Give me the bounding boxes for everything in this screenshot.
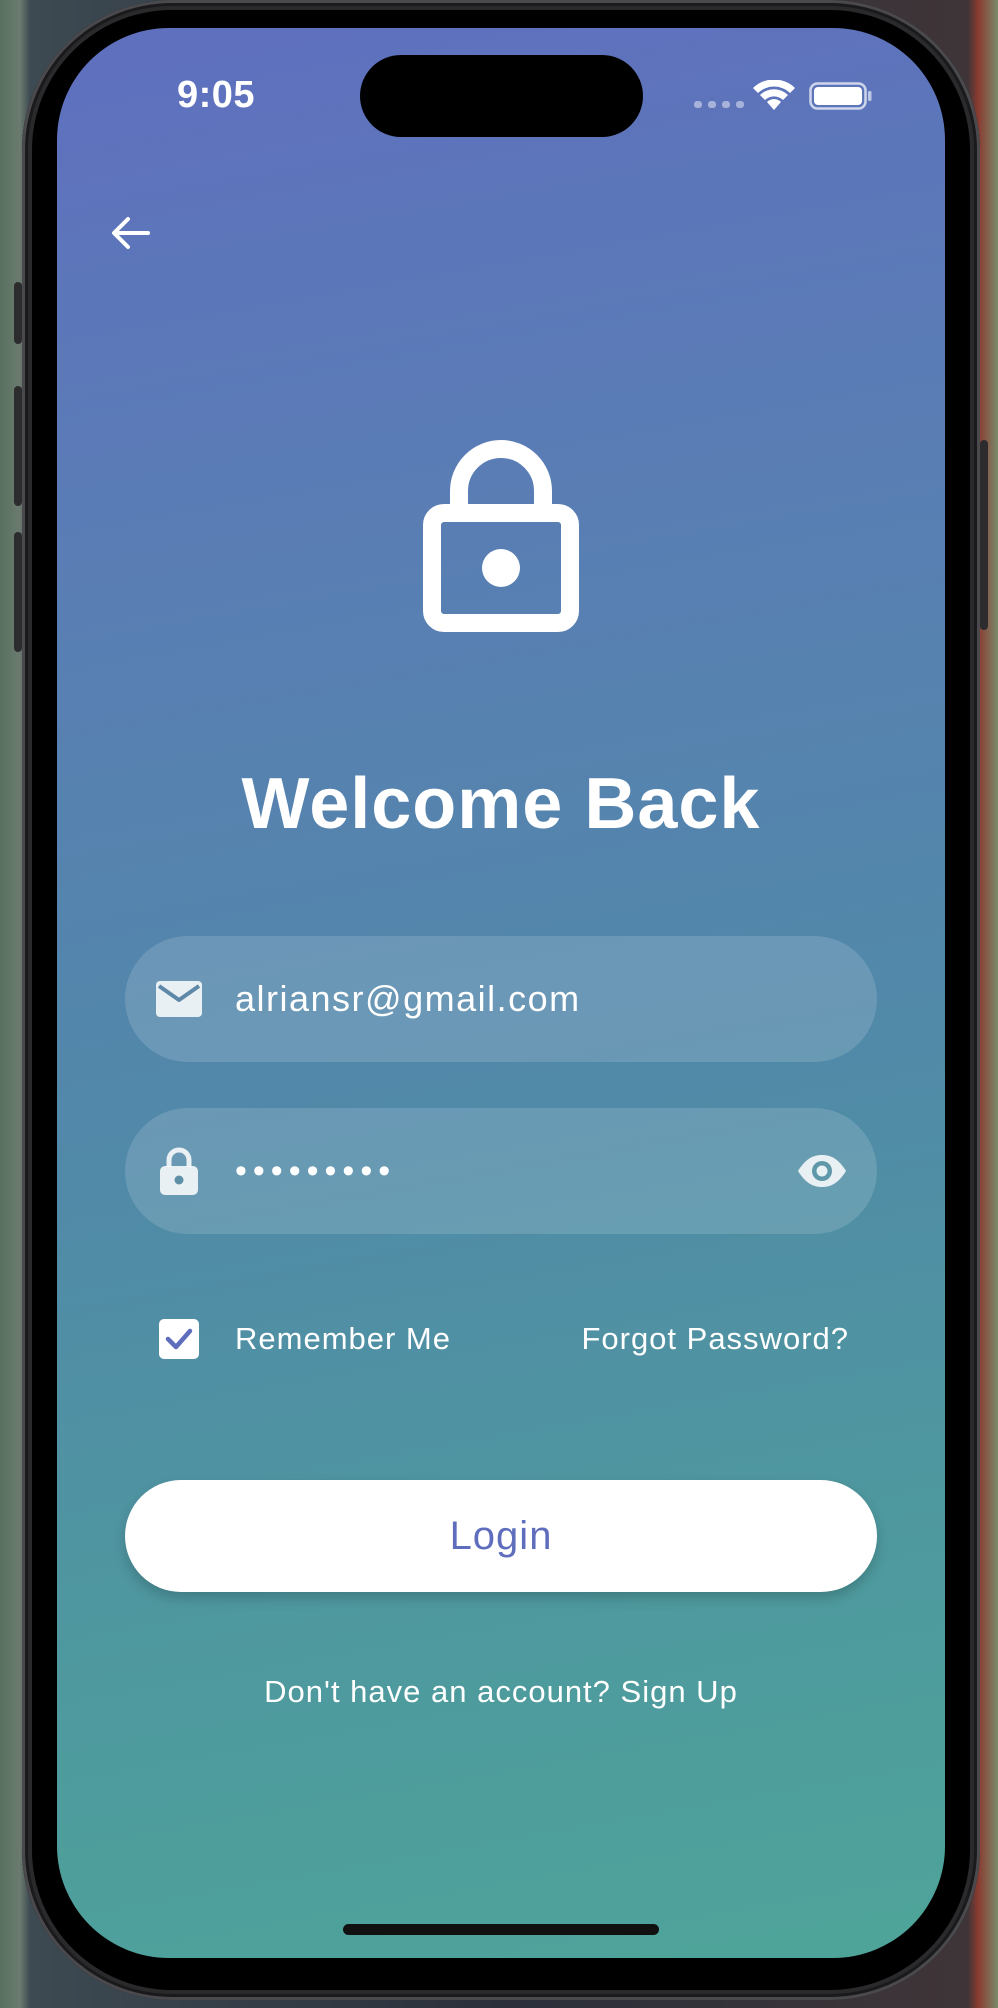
remember-me-checkbox[interactable] [159, 1319, 199, 1359]
password-field[interactable]: ••••••••• [125, 1108, 877, 1234]
login-button[interactable]: Login [125, 1480, 877, 1592]
password-value: ••••••••• [235, 1152, 397, 1190]
eye-icon [798, 1155, 846, 1187]
toggle-password-visibility-button[interactable] [793, 1142, 851, 1200]
home-indicator [343, 1924, 659, 1935]
cellular-signal-icon [694, 101, 744, 108]
page-title: Welcome Back [241, 764, 761, 844]
action-button [14, 282, 22, 344]
volume-down-button [14, 532, 22, 652]
status-time: 9:05 [177, 74, 256, 116]
status-bar: 9:05 [57, 28, 945, 168]
form-options-row: Remember Me Forgot Password? [125, 1310, 877, 1370]
power-button [980, 440, 988, 630]
battery-icon [809, 82, 872, 110]
forgot-password-link[interactable]: Forgot Password? [581, 1321, 849, 1357]
arrow-left-icon [112, 217, 150, 249]
mail-icon [155, 975, 203, 1023]
wifi-icon [753, 80, 795, 110]
volume-up-button [14, 386, 22, 506]
lock-icon [155, 1147, 203, 1195]
email-value: alriansr@gmail.com [235, 978, 581, 1019]
remember-me-label[interactable]: Remember Me [235, 1321, 451, 1357]
sign-up-link[interactable]: Don't have an account? Sign Up [57, 1674, 945, 1710]
dynamic-island [360, 55, 643, 137]
checkmark-icon [165, 1328, 193, 1350]
email-field[interactable]: alriansr@gmail.com [125, 936, 877, 1062]
lock-icon [423, 440, 579, 632]
login-screen: 9:05 Welcome Back alriansr@gmail.com •••… [57, 28, 945, 1958]
back-button[interactable] [95, 198, 165, 268]
